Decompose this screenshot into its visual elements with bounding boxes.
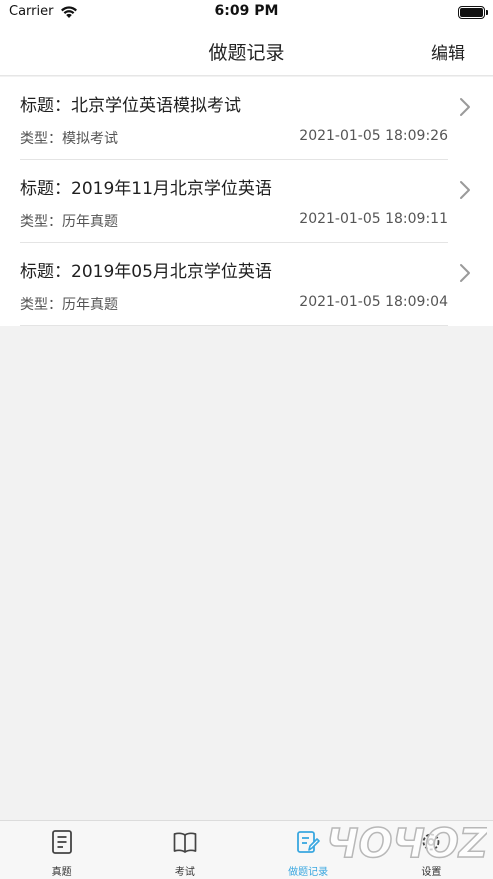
- document-icon: [51, 830, 72, 854]
- page-title: 做题记录: [208, 42, 285, 64]
- svg-text:ЧОЧОZ: ЧОЧОZ: [327, 821, 487, 867]
- record-type: 类型：历年真题: [20, 214, 118, 230]
- record-timestamp: 2021-01-05 18:09:26: [299, 128, 448, 144]
- record-title: 标题：北京学位英语模拟考试: [20, 96, 241, 116]
- watermark-logo: ЧОЧОZ: [327, 820, 487, 868]
- tab-label: 考试: [174, 867, 195, 878]
- record-type: 类型：历年真题: [20, 297, 118, 313]
- chevron-right-icon: [460, 181, 470, 199]
- status-time: 6:09 PM: [214, 3, 279, 19]
- tab-exam[interactable]: 考试: [123, 821, 246, 879]
- navigation-bar: 做题记录 编辑: [0, 26, 493, 76]
- record-title: 标题：2019年11月北京学位英语: [20, 179, 272, 199]
- tab-real-exams[interactable]: 真题: [0, 821, 123, 879]
- book-icon: [173, 832, 197, 853]
- record-timestamp: 2021-01-05 18:09:11: [299, 211, 448, 227]
- list-item[interactable]: 标题：2019年11月北京学位英语 类型：历年真题 2021-01-05 18:…: [0, 160, 493, 243]
- record-list: 标题：北京学位英语模拟考试 类型：模拟考试 2021-01-05 18:09:2…: [0, 77, 493, 326]
- record-title: 标题：2019年05月北京学位英语: [20, 262, 272, 282]
- list-item[interactable]: 标题：2019年05月北京学位英语 类型：历年真题 2021-01-05 18:…: [0, 243, 493, 326]
- battery-nub: [486, 10, 488, 15]
- edit-record-icon: [297, 831, 320, 853]
- record-timestamp: 2021-01-05 18:09:04: [299, 294, 448, 310]
- chevron-right-icon: [460, 264, 470, 282]
- status-bar: Carrier 6:09 PM: [0, 0, 493, 26]
- tab-label: 真题: [51, 867, 72, 878]
- divider: [20, 325, 448, 326]
- chevron-right-icon: [460, 98, 470, 116]
- list-item[interactable]: 标题：北京学位英语模拟考试 类型：模拟考试 2021-01-05 18:09:2…: [0, 77, 493, 160]
- battery-icon: [458, 6, 488, 19]
- record-type: 类型：模拟考试: [20, 131, 118, 147]
- edit-button[interactable]: 编辑: [431, 39, 465, 64]
- battery-fill: [460, 8, 483, 17]
